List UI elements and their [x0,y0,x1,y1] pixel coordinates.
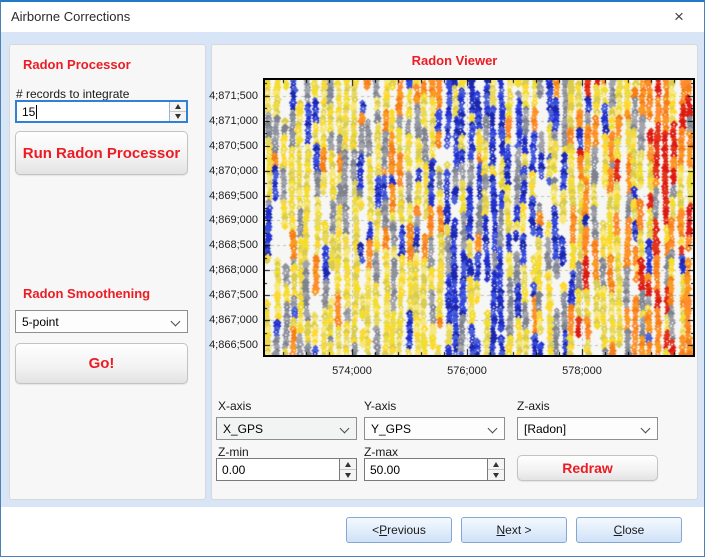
y-tick-label: 4;868;000 [209,264,258,276]
radon-processor-heading: Radon Processor [23,57,131,72]
y-tick-label: 4;867;000 [209,314,258,326]
chevron-down-icon [488,424,498,434]
x-tick-label: 574;000 [322,365,382,377]
spin-up-icon[interactable] [170,102,186,112]
y-tick-label: 4;871;500 [209,90,258,102]
radon-plot[interactable] [263,78,695,357]
x-tick-label: 576;000 [437,365,497,377]
radon-viewer-panel: Radon Viewer 4;871;500 4;871;000 4;870;500… [211,44,698,500]
z-max-value: 50.00 [370,463,400,477]
y-tick-label: 4;869;500 [209,190,258,202]
redraw-button-label: Redraw [562,460,613,476]
radon-smoothening-heading: Radon Smoothening [23,286,150,301]
y-axis-dropdown[interactable]: Y_GPS [364,417,505,440]
chevron-down-icon [171,317,181,327]
go-button-label: Go! [89,355,115,372]
spin-up-icon[interactable] [488,459,504,470]
chevron-down-icon [340,424,350,434]
spin-up-icon[interactable] [340,459,356,470]
x-axis-label: X-axis [218,399,251,413]
z-max-spinner[interactable] [487,459,504,480]
x-tick-label: 578;000 [552,365,612,377]
z-max-label: Z-max [364,445,398,459]
dialog-body: Radon Processor # records to integrate 1… [1,32,704,507]
text-caret [36,105,37,119]
previous-button[interactable]: < Previous [346,517,452,543]
y-axis-value: Y_GPS [371,422,411,436]
window-title: Airborne Corrections [11,9,130,24]
spin-down-icon[interactable] [170,112,186,121]
redraw-button[interactable]: Redraw [517,455,658,481]
z-min-value: 0.00 [222,463,245,477]
y-tick-label: 4;870;000 [209,165,258,177]
y-axis-label: Y-axis [364,399,396,413]
smoothing-dropdown[interactable]: 5-point [15,310,188,333]
z-axis-dropdown[interactable]: [Radon] [517,417,658,440]
radon-processor-panel: Radon Processor # records to integrate 1… [9,44,206,500]
y-tick-label: 4;871;000 [209,115,258,127]
run-radon-processor-button[interactable]: Run Radon Processor [15,131,188,175]
y-tick-label: 4;870;500 [209,140,258,152]
next-button[interactable]: Next > [461,517,567,543]
chevron-down-icon [641,424,651,434]
z-min-input[interactable]: 0.00 [216,458,357,481]
z-min-label: Z-min [218,445,249,459]
run-button-label: Run Radon Processor [23,145,181,162]
close-icon[interactable]: × [660,4,698,29]
smoothing-value: 5-point [22,315,59,329]
records-to-integrate-input[interactable]: 15 [15,100,188,123]
spin-down-icon[interactable] [488,470,504,480]
x-axis-dropdown[interactable]: X_GPS [216,417,357,440]
z-max-input[interactable]: 50.00 [364,458,505,481]
y-tick-label: 4;867;500 [209,289,258,301]
airborne-corrections-dialog: Airborne Corrections × Radon Processor #… [0,0,705,557]
spin-down-icon[interactable] [340,470,356,480]
radon-viewer-title: Radon Viewer [212,53,697,68]
records-spinner[interactable] [169,102,186,121]
go-button[interactable]: Go! [15,343,188,384]
titlebar: Airborne Corrections × [1,2,704,32]
y-tick-label: 4;869;000 [209,214,258,226]
records-value: 15 [22,105,35,119]
radon-scatter-canvas[interactable] [265,80,693,355]
z-axis-label: Z-axis [517,399,550,413]
y-tick-label: 4;866;500 [209,339,258,351]
y-tick-label: 4;868;500 [209,239,258,251]
z-axis-value: [Radon] [524,422,566,436]
close-button[interactable]: Close [576,517,682,543]
z-min-spinner[interactable] [339,459,356,480]
records-to-integrate-label: # records to integrate [16,87,129,101]
x-axis-value: X_GPS [223,422,263,436]
